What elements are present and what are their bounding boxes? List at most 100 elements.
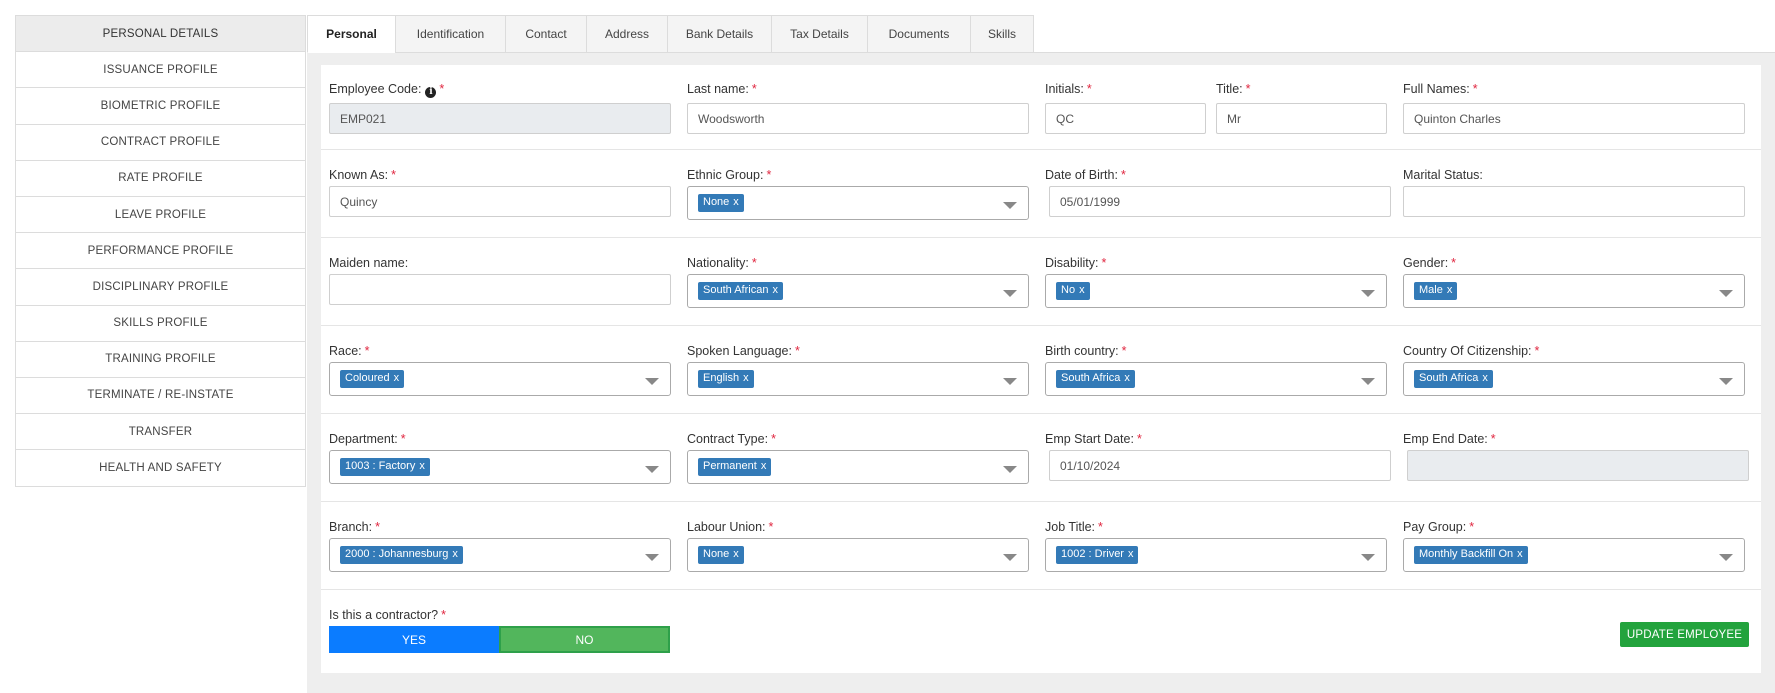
known-as-field: Known As: * Quincy	[329, 167, 671, 217]
chip-remove-icon[interactable]: x	[452, 548, 458, 560]
tab-identification[interactable]: Identification	[395, 15, 505, 53]
chevron-down-icon[interactable]	[1361, 290, 1375, 297]
sidebar-item-terminate-reinstate[interactable]: TERMINATE / RE-INSTATE	[16, 378, 305, 415]
selected-chip: South Africa x	[1414, 370, 1493, 388]
sidebar-item-issuance-profile[interactable]: ISSUANCE PROFILE	[16, 52, 305, 89]
chip-remove-icon[interactable]: x	[1482, 372, 1488, 384]
tab-bar: Personal Identification Contact Address …	[307, 15, 1034, 53]
chevron-down-icon[interactable]	[645, 554, 659, 561]
chip-remove-icon[interactable]: x	[1128, 548, 1134, 560]
sidebar-item-leave-profile[interactable]: LEAVE PROFILE	[16, 197, 305, 234]
required-mark: *	[751, 82, 757, 96]
chevron-down-icon[interactable]	[1361, 554, 1375, 561]
marital-status-input[interactable]	[1403, 186, 1745, 217]
chip-remove-icon[interactable]: x	[1079, 284, 1085, 296]
race-select[interactable]: Coloured x	[329, 362, 671, 396]
birth-country-select[interactable]: South Africa x	[1045, 362, 1387, 396]
sidebar-item-training-profile[interactable]: TRAINING PROFILE	[16, 342, 305, 378]
nationality-select[interactable]: South African x	[687, 274, 1029, 308]
tab-tax-details[interactable]: Tax Details	[771, 15, 867, 53]
chip-remove-icon[interactable]: x	[394, 372, 400, 384]
sidebar-item-contract-profile[interactable]: CONTRACT PROFILE	[16, 125, 305, 161]
full-names-field: Full Names: * Quinton Charles	[1403, 81, 1745, 134]
spoken-language-select[interactable]: English x	[687, 362, 1029, 396]
tab-documents[interactable]: Documents	[867, 15, 970, 53]
chip-label: Male	[1419, 284, 1443, 296]
initials-label: Initials:	[1045, 82, 1084, 96]
pay-group-select[interactable]: Monthly Backfill On x	[1403, 538, 1745, 572]
ethnic-group-select[interactable]: None x	[687, 186, 1029, 220]
emp-end-date-field: Emp End Date: *	[1403, 431, 1749, 481]
chevron-down-icon[interactable]	[1719, 290, 1733, 297]
sidebar-item-rate-profile[interactable]: RATE PROFILE	[16, 161, 305, 197]
contractor-label: Is this a contractor?	[329, 608, 439, 622]
employee-code-input[interactable]: EMP021	[329, 103, 671, 134]
sidebar-item-health-and-safety[interactable]: HEALTH AND SAFETY	[16, 450, 305, 486]
gender-select[interactable]: Male x	[1403, 274, 1745, 308]
chip-remove-icon[interactable]: x	[419, 460, 425, 472]
known-as-input[interactable]: Quincy	[329, 186, 671, 217]
required-mark: *	[1534, 344, 1540, 358]
chevron-down-icon[interactable]	[1003, 290, 1017, 297]
sidebar-item-biometric-profile[interactable]: BIOMETRIC PROFILE	[16, 88, 305, 125]
contractor-yes-button[interactable]: YES	[329, 626, 499, 653]
branch-select[interactable]: 2000 : Johannesburg x	[329, 538, 671, 572]
chip-remove-icon[interactable]: x	[761, 460, 767, 472]
emp-end-date-input[interactable]	[1407, 450, 1749, 481]
tab-personal[interactable]: Personal	[307, 15, 395, 53]
department-select[interactable]: 1003 : Factory x	[329, 450, 671, 484]
sidebar-item-disciplinary-profile[interactable]: DISCIPLINARY PROFILE	[16, 269, 305, 306]
emp-start-date-input[interactable]: 01/10/2024	[1049, 450, 1391, 481]
sidebar-item-performance-profile[interactable]: PERFORMANCE PROFILE	[16, 233, 305, 270]
chevron-down-icon[interactable]	[1003, 202, 1017, 209]
disability-select[interactable]: No x	[1045, 274, 1387, 308]
chevron-down-icon[interactable]	[645, 378, 659, 385]
chevron-down-icon[interactable]	[1003, 554, 1017, 561]
date-of-birth-input[interactable]: 05/01/1999	[1049, 186, 1391, 217]
maiden-name-input[interactable]	[329, 274, 671, 305]
chip-remove-icon[interactable]: x	[743, 372, 749, 384]
chip-remove-icon[interactable]: x	[1447, 284, 1453, 296]
maiden-name-label: Maiden name:	[329, 256, 409, 270]
chevron-down-icon[interactable]	[1361, 378, 1375, 385]
chip-label: 1003 : Factory	[345, 460, 416, 472]
personal-details-form: Employee Code: i * EMP021 Last name: * Wood…	[321, 65, 1761, 673]
tab-bank-details[interactable]: Bank Details	[667, 15, 771, 53]
info-icon[interactable]: i	[425, 87, 437, 98]
contract-type-select[interactable]: Permanent x	[687, 450, 1029, 484]
required-mark: *	[1451, 256, 1457, 270]
chip-remove-icon[interactable]: x	[733, 196, 739, 208]
chip-remove-icon[interactable]: x	[772, 284, 778, 296]
tab-contact[interactable]: Contact	[505, 15, 586, 53]
full-names-input[interactable]: Quinton Charles	[1403, 103, 1745, 134]
country-of-citizenship-select[interactable]: South Africa x	[1403, 362, 1745, 396]
update-employee-button[interactable]: UPDATE EMPLOYEE	[1620, 622, 1749, 647]
selected-chip: South African x	[698, 282, 783, 300]
required-mark: *	[1472, 82, 1478, 96]
gender-label: Gender:	[1403, 256, 1449, 270]
ethnic-group-field: Ethnic Group: * None x	[687, 167, 1029, 220]
marital-status-label: Marital Status:	[1403, 168, 1483, 182]
chevron-down-icon[interactable]	[1719, 554, 1733, 561]
title-input[interactable]: Mr	[1216, 103, 1387, 134]
required-mark: *	[375, 520, 380, 534]
initials-input[interactable]: QC	[1045, 103, 1206, 134]
last-name-input[interactable]: Woodsworth	[687, 103, 1029, 134]
sidebar-item-transfer[interactable]: TRANSFER	[16, 414, 305, 451]
chip-remove-icon[interactable]: x	[733, 548, 739, 560]
form-row: Employee Code: i * EMP021 Last name: * Wood…	[321, 65, 1761, 150]
sidebar-item-skills-profile[interactable]: SKILLS PROFILE	[16, 306, 305, 342]
chevron-down-icon[interactable]	[1719, 378, 1733, 385]
contractor-no-button[interactable]: NO	[499, 626, 670, 653]
chevron-down-icon[interactable]	[645, 466, 659, 473]
chevron-down-icon[interactable]	[1003, 466, 1017, 473]
chip-remove-icon[interactable]: x	[1517, 548, 1523, 560]
job-title-select[interactable]: 1002 : Driver x	[1045, 538, 1387, 572]
tab-address[interactable]: Address	[586, 15, 667, 53]
tab-skills[interactable]: Skills	[970, 15, 1034, 53]
chip-remove-icon[interactable]: x	[1124, 372, 1130, 384]
sidebar-item-personal-details[interactable]: PERSONAL DETAILS	[16, 16, 305, 53]
job-title-field: Job Title: * 1002 : Driver x	[1045, 519, 1387, 572]
labour-union-select[interactable]: None x	[687, 538, 1029, 572]
chevron-down-icon[interactable]	[1003, 378, 1017, 385]
